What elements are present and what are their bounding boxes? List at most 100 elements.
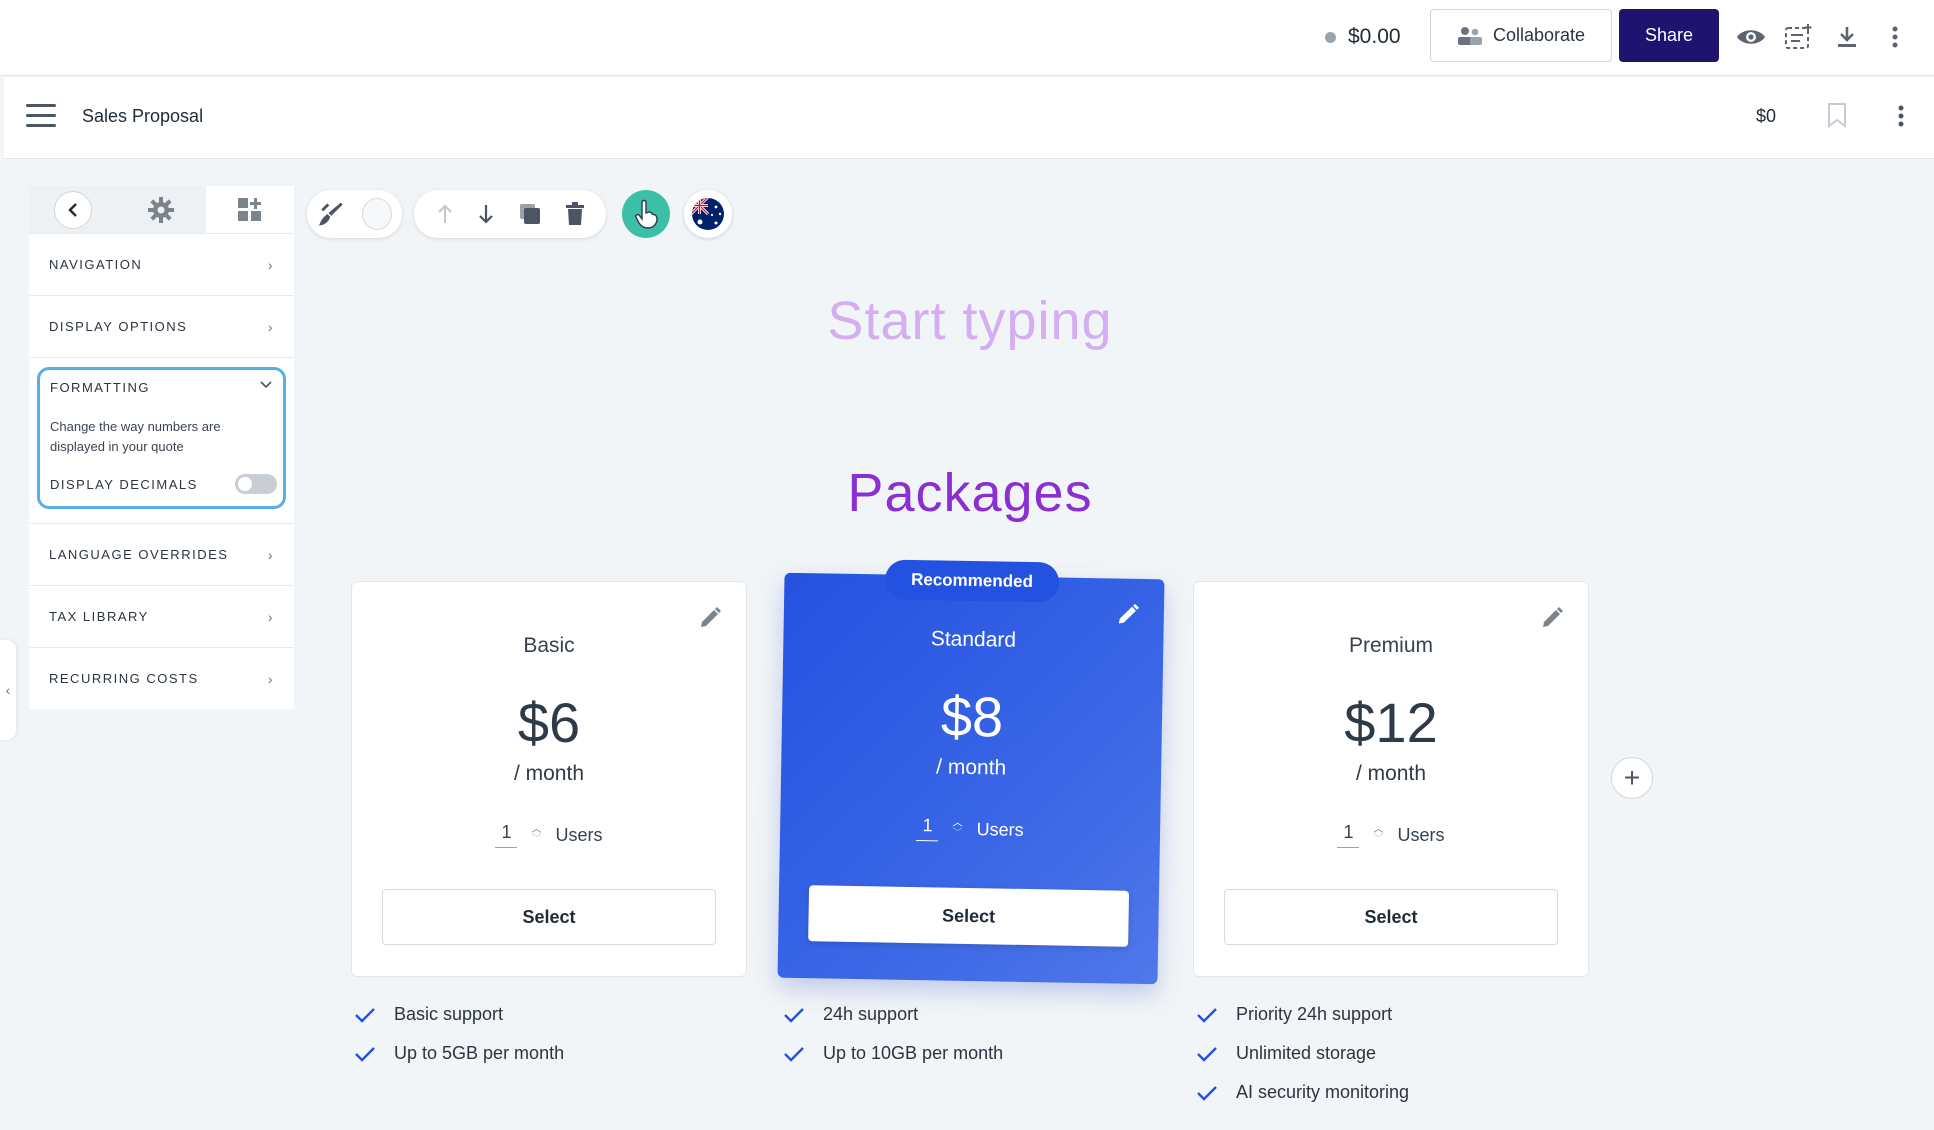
package-price: $8 xyxy=(940,684,1004,749)
collaborate-label: Collaborate xyxy=(1492,25,1586,45)
move-down-icon[interactable] xyxy=(477,203,495,225)
package-period: / month xyxy=(1355,762,1427,785)
package-name: Basic xyxy=(523,634,575,657)
quantity-input[interactable]: 1 xyxy=(1337,822,1360,848)
formatting-header[interactable]: FORMATTING xyxy=(50,380,273,395)
chevron-right-icon: › xyxy=(267,318,274,335)
feature-item: Unlimited storage xyxy=(1196,1034,1409,1073)
quantity-stepper[interactable]: ︿ ﹀ xyxy=(952,818,962,839)
duplicate-icon[interactable] xyxy=(518,202,542,226)
quantity-row: 1 ︿ ﹀ Users xyxy=(1194,822,1588,848)
package-period: / month xyxy=(935,755,1007,780)
feature-list-standard: 24h support Up to 10GB per month xyxy=(783,995,1003,1073)
feature-text: Up to 5GB per month xyxy=(394,1043,565,1063)
cost-indicator: $0.00 xyxy=(1325,22,1401,52)
panel-tab-add-blocks[interactable] xyxy=(205,186,294,233)
chevron-right-icon: › xyxy=(267,608,274,625)
feature-text: Up to 10GB per month xyxy=(823,1043,1004,1063)
display-decimals-toggle[interactable] xyxy=(235,474,277,494)
doc-more-vertical-icon[interactable] xyxy=(1898,105,1904,132)
quantity-input[interactable]: 1 xyxy=(495,822,518,848)
display-decimals-row: DISPLAY DECIMALS xyxy=(50,474,277,494)
download-icon[interactable] xyxy=(1830,20,1864,54)
select-basic-button[interactable]: Select xyxy=(382,889,716,945)
collaborate-button[interactable]: Collaborate xyxy=(1430,9,1612,62)
formatting-section: FORMATTING Change the way numbers are di… xyxy=(37,367,286,509)
package-card-basic: Basic $6 / month 1 ︿ ﹀ Users Select xyxy=(351,581,747,977)
feature-item: AI security monitoring xyxy=(1196,1073,1409,1112)
panel-item-language-overrides[interactable]: LANGUAGE OVERRIDES › xyxy=(29,523,294,585)
preview-eye-icon[interactable] xyxy=(1734,20,1768,54)
status-dot xyxy=(1325,31,1336,43)
edit-pencil-icon[interactable] xyxy=(698,606,722,635)
chevron-right-icon: › xyxy=(267,546,274,563)
panel-item-display-options[interactable]: DISPLAY OPTIONS › xyxy=(29,295,294,357)
package-name: Premium xyxy=(1348,634,1433,657)
select-standard-button[interactable]: Select xyxy=(808,885,1130,947)
check-icon xyxy=(784,1046,804,1062)
feature-list-premium: Priority 24h support Unlimited storage A… xyxy=(1196,995,1409,1112)
quantity-unit: Users xyxy=(1397,824,1445,845)
package-name: Standard xyxy=(930,627,1017,652)
settings-panel: NAVIGATION › DISPLAY OPTIONS › FORMATTIN… xyxy=(29,186,294,709)
edit-pencil-icon[interactable] xyxy=(1540,606,1564,635)
feature-text: Priority 24h support xyxy=(1236,1004,1393,1024)
formatting-description: Change the way numbers are displayed in … xyxy=(50,419,221,454)
panel-item-tax-library[interactable]: TAX LIBRARY › xyxy=(29,585,294,647)
block-toolbar xyxy=(414,190,606,238)
select-premium-button[interactable]: Select xyxy=(1224,889,1558,945)
panel-tabs xyxy=(29,186,294,233)
collapse-sidebar-tab[interactable]: ‹ xyxy=(0,640,16,740)
currency-flag-button[interactable] xyxy=(684,190,732,238)
menu-icon[interactable] xyxy=(26,104,56,130)
trash-icon[interactable] xyxy=(565,202,585,226)
quantity-stepper[interactable]: ︿ ﹀ xyxy=(1373,825,1383,845)
users-icon xyxy=(1457,26,1482,45)
feature-text: AI security monitoring xyxy=(1236,1082,1410,1102)
check-icon xyxy=(1197,1007,1217,1023)
share-button[interactable]: Share xyxy=(1619,9,1719,62)
color-swatch[interactable] xyxy=(361,198,392,230)
feature-text: Basic support xyxy=(394,1004,504,1024)
add-package-button[interactable]: + xyxy=(1611,757,1653,799)
quantity-unit: Users xyxy=(555,824,603,845)
hand-pointer-icon xyxy=(635,199,658,229)
back-chevron-icon[interactable] xyxy=(54,190,93,229)
document-title[interactable]: Sales Proposal xyxy=(82,106,203,127)
panel-tab-settings[interactable] xyxy=(117,186,205,233)
paint-brush-icon[interactable] xyxy=(317,199,346,229)
gear-icon xyxy=(148,196,175,223)
move-up-icon[interactable] xyxy=(436,203,454,225)
quantity-input[interactable]: 1 xyxy=(916,815,939,842)
package-price: $12 xyxy=(1344,691,1438,754)
chevron-right-icon: › xyxy=(267,670,274,687)
feature-item: Up to 5GB per month xyxy=(354,1034,564,1073)
cost-value: $0.00 xyxy=(1348,25,1401,48)
panel-item-label: NAVIGATION xyxy=(49,257,143,272)
panel-item-label: TAX LIBRARY xyxy=(49,609,149,624)
feature-text: 24h support xyxy=(823,1004,919,1024)
style-toolbar xyxy=(307,190,402,238)
more-vertical-icon[interactable] xyxy=(1878,20,1912,54)
panel-item-recurring-costs[interactable]: RECURRING COSTS › xyxy=(29,647,294,709)
check-icon xyxy=(1197,1046,1217,1062)
variables-icon[interactable] xyxy=(1782,20,1816,54)
package-period: / month xyxy=(513,762,585,785)
bookmark-icon[interactable] xyxy=(1827,102,1847,133)
heading-placeholder[interactable]: Start typing xyxy=(600,290,1340,352)
package-price: $6 xyxy=(517,691,581,754)
edit-pencil-icon[interactable] xyxy=(1116,603,1141,632)
quantity-unit: Users xyxy=(976,818,1024,840)
package-card-standard: Standard $8 / month 1 ︿ ﹀ Users Select xyxy=(777,572,1165,985)
chevron-down-icon xyxy=(260,381,272,389)
feature-item: Basic support xyxy=(354,995,564,1034)
top-bar: $0.00 Collaborate Share xyxy=(0,0,1934,76)
panel-tab-back[interactable] xyxy=(29,186,117,233)
australia-flag-icon xyxy=(692,198,724,230)
pointer-mode-button[interactable] xyxy=(622,190,670,238)
quantity-stepper[interactable]: ︿ ﹀ xyxy=(531,825,541,845)
feature-item: 24h support xyxy=(783,995,1003,1034)
section-title[interactable]: Packages xyxy=(600,462,1340,524)
feature-text: Unlimited storage xyxy=(1236,1043,1377,1063)
panel-item-navigation[interactable]: NAVIGATION › xyxy=(29,233,294,295)
